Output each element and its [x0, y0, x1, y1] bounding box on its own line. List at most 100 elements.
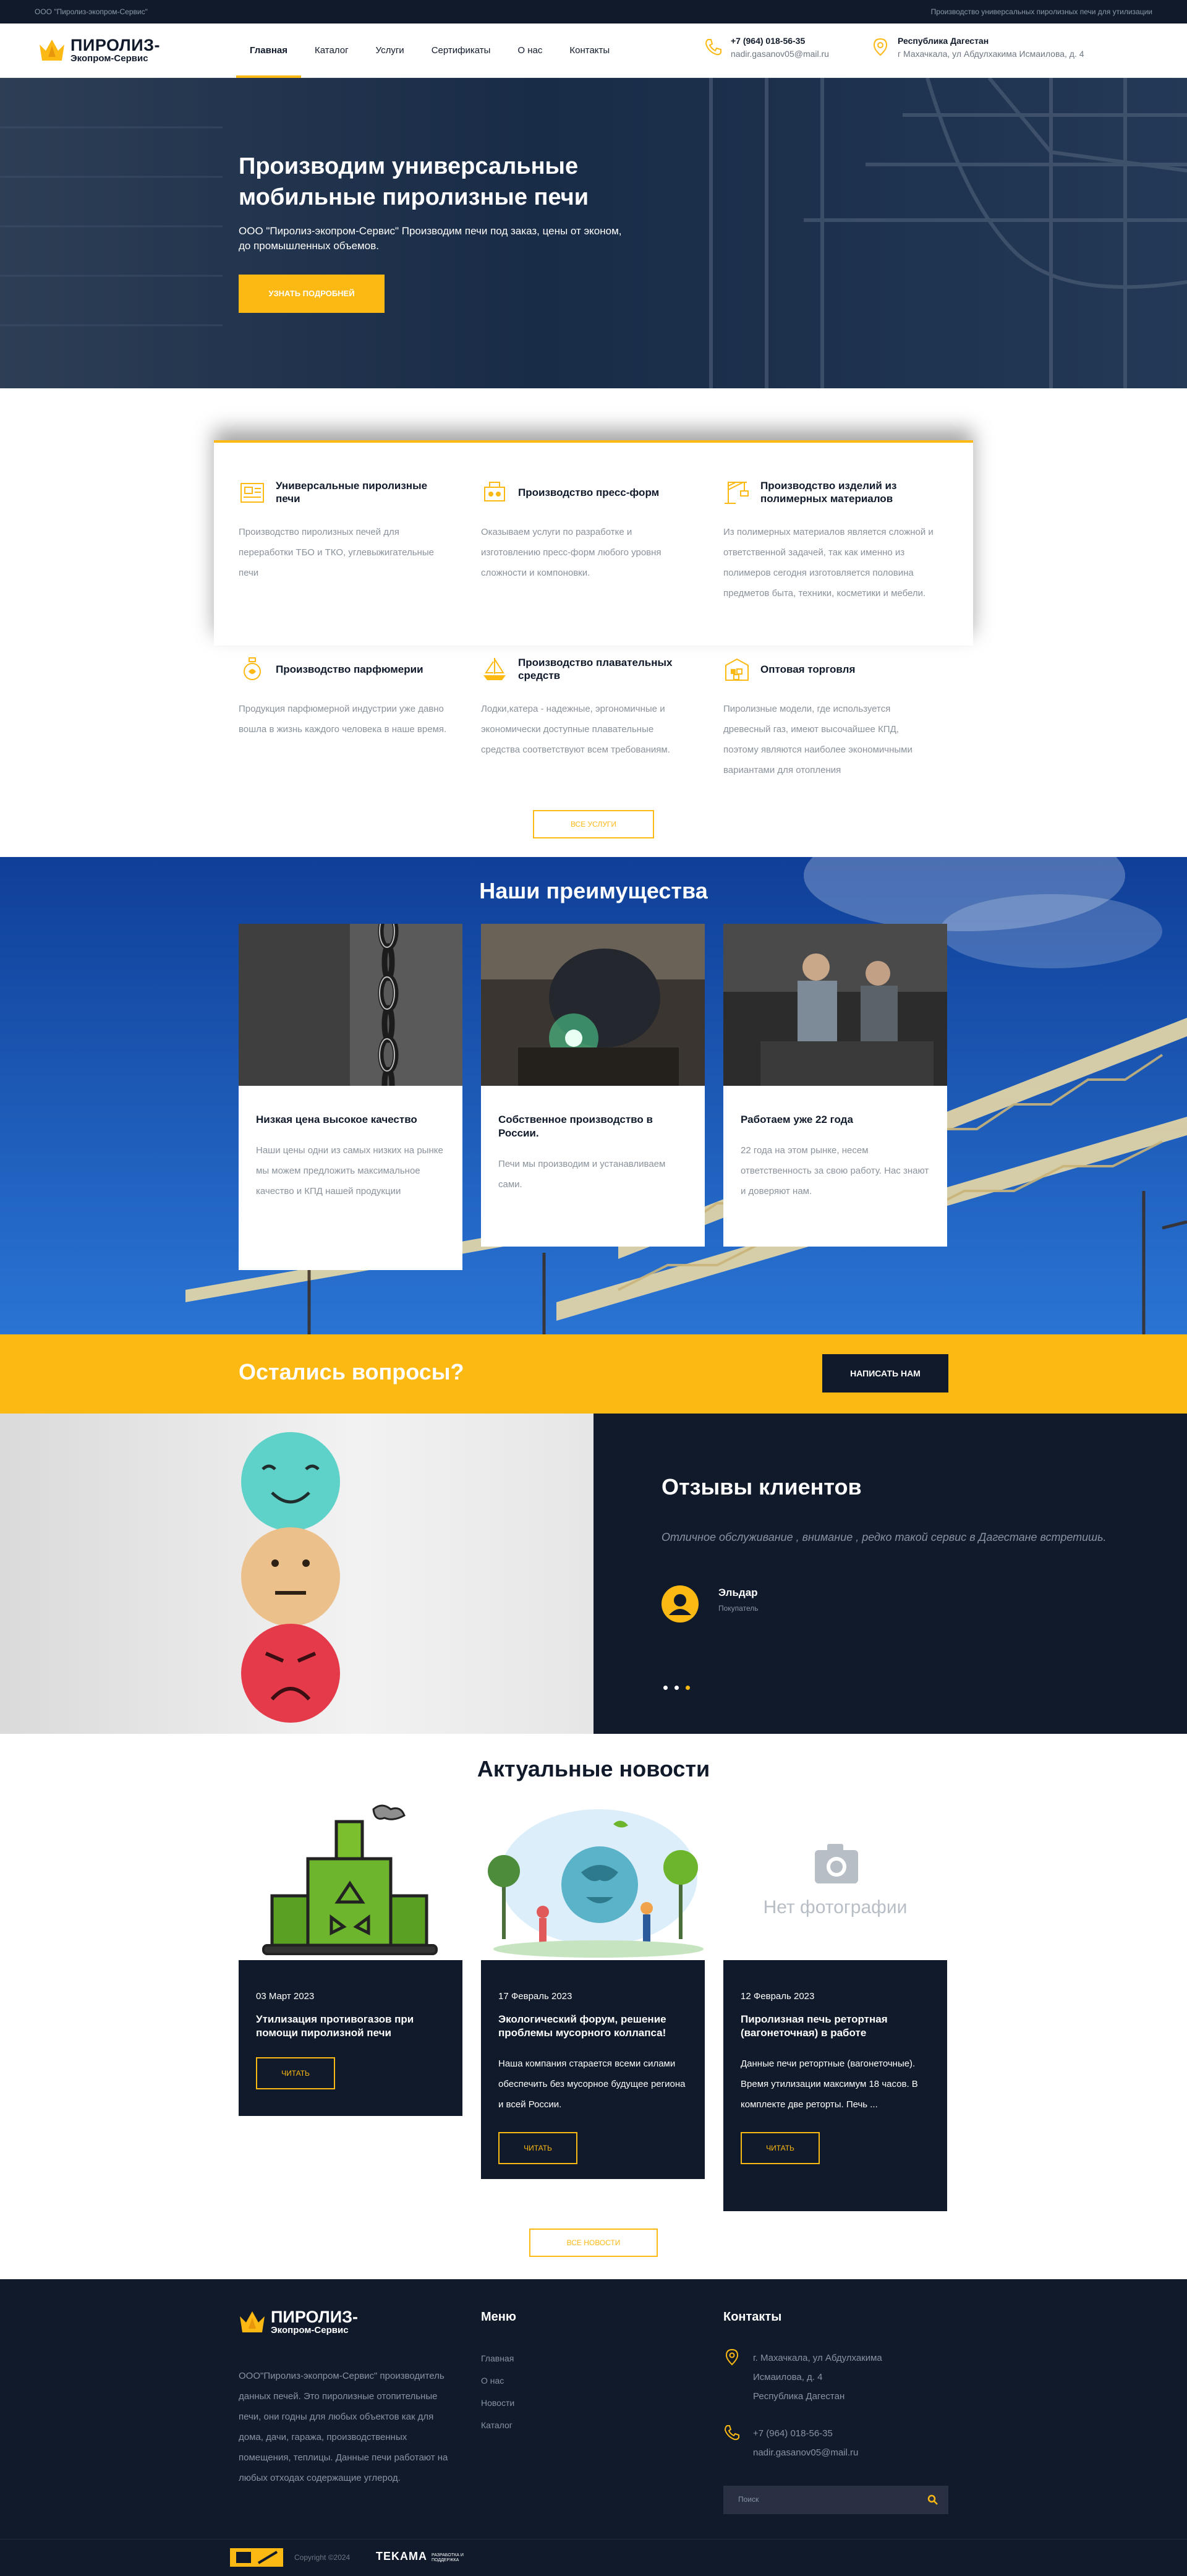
- nav-item-certificates[interactable]: Сертификаты: [418, 23, 504, 78]
- service-item-boats[interactable]: Производство плавательных средств Лодки,…: [481, 654, 691, 760]
- service-desc: Продукция парфюмерной индустрии уже давн…: [239, 704, 447, 735]
- footer-logo[interactable]: ПИРОЛИЗ- Экопром-Сервис: [239, 2309, 358, 2336]
- advantage-title: Низкая цена высокое качество: [256, 1114, 417, 1125]
- top-bar-company: ООО "Пиролиз-экопром-Сервис": [35, 7, 148, 16]
- service-item-press-molds[interactable]: Производство пресс-форм Оказываем услуги…: [481, 477, 691, 583]
- read-button[interactable]: Читать: [741, 2132, 820, 2164]
- top-bar: ООО "Пиролиз-экопром-Сервис" Производств…: [0, 0, 1187, 23]
- slider-dot[interactable]: [663, 1686, 668, 1690]
- news-headline[interactable]: Экологический форум, решение проблемы му…: [498, 2002, 687, 2040]
- header-address: г Махачкала, ул Абдулхакима Исмаилова, д…: [898, 49, 1084, 59]
- no-photo-label: Нет фотографии: [763, 1897, 908, 1917]
- footer-address-line: г. Махачкала, ул Абдулхакима: [753, 2353, 882, 2363]
- service-desc: Производство пиролизных печей для перера…: [239, 527, 434, 578]
- header-region: Республика Дагестан: [898, 36, 989, 46]
- reviews-title: Отзывы клиентов: [662, 1474, 862, 1499]
- service-title: Производство парфюмерии: [276, 663, 423, 675]
- footer-address: г. Махачкала, ул Абдулхакима Исмаилова, …: [723, 2348, 882, 2406]
- advantage-desc: Наши цены одни из самых низких на рынке …: [256, 1145, 443, 1196]
- footer-email[interactable]: nadir.gasanov05@mail.ru: [753, 2443, 858, 2462]
- header-phone[interactable]: +7 (964) 018-56-35: [731, 35, 829, 47]
- footer-contacts-title: Контакты: [723, 2310, 782, 2324]
- crown-logo-icon: [40, 40, 64, 61]
- nav-item-contacts[interactable]: Контакты: [556, 23, 623, 78]
- footer-menu-news[interactable]: Новости: [481, 2392, 514, 2414]
- advantage-desc: Печи мы производим и устанавливаем сами.: [498, 1159, 666, 1190]
- top-bar-tagline: Производство универсальных пиролизных пе…: [930, 7, 1152, 16]
- footer-phone[interactable]: +7 (964) 018-56-35: [753, 2424, 858, 2443]
- location-pin-icon: [725, 2348, 739, 2366]
- footer-search[interactable]: Поиск: [723, 2486, 948, 2514]
- developer-logo[interactable]: TEKAMA: [376, 2550, 427, 2563]
- footer-menu-home[interactable]: Главная: [481, 2347, 514, 2369]
- service-item-wholesale[interactable]: Оптовая торговля Пиролизные модели, где …: [723, 654, 934, 780]
- location-pin-icon: [873, 38, 888, 56]
- logo-line2: Экопром-Сервис: [70, 53, 148, 64]
- service-item-polymers[interactable]: Производство изделий из полимерных матер…: [723, 477, 934, 603]
- search-input[interactable]: Поиск: [738, 2495, 759, 2504]
- service-title: Производство пресс-форм: [518, 486, 660, 498]
- advantage-title: Собственное производство в России.: [498, 1114, 653, 1139]
- warehouse-icon: [725, 658, 749, 681]
- footer-menu-catalog[interactable]: Каталог: [481, 2414, 514, 2436]
- reviewer-role: Покупатель: [718, 1604, 759, 1613]
- footer-menu-about[interactable]: О нас: [481, 2369, 514, 2392]
- footer-address-line: Исмаилова, д. 4: [753, 2372, 823, 2382]
- reviews-emoji-image: [0, 1414, 594, 1734]
- camera-icon: [815, 1844, 858, 1883]
- reviewer-name: Эльдар: [718, 1587, 758, 1598]
- site-logo[interactable]: ПИРОЛИЗ- Экопром-Сервис: [38, 37, 160, 64]
- phone-icon: [705, 39, 721, 56]
- nav-item-services[interactable]: Услуги: [362, 23, 418, 78]
- read-button[interactable]: Читать: [498, 2132, 577, 2164]
- logo-line1: ПИРОЛИЗ-: [70, 36, 161, 54]
- nav-item-home[interactable]: Главная: [236, 23, 302, 78]
- questions-cta: Остались вопросы? Написать нам: [0, 1334, 1187, 1414]
- news-excerpt: Данные печи ретортные (вагонеточные). Вр…: [741, 2058, 918, 2110]
- write-us-button[interactable]: Написать нам: [822, 1354, 948, 1392]
- main-nav: Главная Каталог Услуги Сертификаты О нас…: [236, 23, 623, 78]
- header-email[interactable]: nadir.gasanov05@mail.ru: [731, 47, 829, 61]
- news-card[interactable]: Нет фотографии 12 Февраль 2023 Пиролизна…: [723, 1803, 947, 2211]
- hero-title: Производим универсальные мобильные пирол…: [239, 153, 589, 210]
- header-address-block: Республика Дагестан г Махачкала, ул Абду…: [870, 35, 1084, 61]
- service-item-perfume[interactable]: Производство парфюмерии Продукция парфюм…: [239, 654, 449, 740]
- news-card[interactable]: 17 Февраль 2023 Экологический форум, реш…: [481, 1803, 705, 2179]
- service-desc: Из полимерных материалов является сложно…: [723, 527, 934, 599]
- news-card[interactable]: 03 Март 2023 Утилизация противогазов при…: [239, 1803, 462, 2116]
- advantage-title: Работаем уже 22 года: [741, 1114, 853, 1125]
- service-item-furnaces[interactable]: Универсальные пиролизные печи Производст…: [239, 477, 449, 583]
- slider-dot-active[interactable]: [686, 1686, 690, 1690]
- footer-address-line: Республика Дагестан: [753, 2391, 845, 2402]
- footer-logo-line1: ПИРОЛИЗ-: [271, 2308, 359, 2326]
- read-button[interactable]: Читать: [256, 2057, 335, 2089]
- service-title: Универсальные пиролизные печи: [276, 480, 428, 505]
- slider-dot[interactable]: [674, 1686, 679, 1690]
- news-date: 12 Февраль 2023: [741, 1991, 815, 2002]
- perfume-icon: [244, 657, 261, 680]
- page: { "topbar": { "company": "ООО \"Пиролиз-…: [0, 0, 1187, 2576]
- news-headline[interactable]: Пиролизная печь ретортная (вагонеточная)…: [741, 2002, 930, 2040]
- developer-tagline: РАЗРАБОТКА И ПОДДЕРЖКА: [432, 2553, 464, 2562]
- news-date: 03 Март 2023: [256, 1991, 315, 2002]
- advantage-desc: 22 года на этом рынке, несем ответственн…: [741, 1145, 929, 1196]
- reviews-section: Отзывы клиентов Отличное обслуживание , …: [594, 1414, 1187, 1734]
- all-services-button[interactable]: Все услуги: [533, 810, 654, 838]
- hero-more-button[interactable]: Узнать подробней: [239, 275, 385, 313]
- phone-icon: [724, 2425, 739, 2441]
- crane-icon: [725, 482, 749, 504]
- hero-subtitle: ООО "Пиролиз-экопром-Сервис" Производим …: [239, 225, 622, 252]
- nav-item-about[interactable]: О нас: [504, 23, 556, 78]
- site-footer: ПИРОЛИЗ- Экопром-Сервис ООО"Пиролиз-экоп…: [0, 2279, 1187, 2539]
- service-desc: Лодки,катера - надежные, эргономичные и …: [481, 704, 670, 755]
- no-photo-placeholder: Нет фотографии: [723, 1803, 947, 1960]
- search-icon[interactable]: [927, 2494, 938, 2506]
- avatar: [662, 1585, 699, 1623]
- all-news-button[interactable]: Все новости: [529, 2228, 658, 2257]
- news-date: 17 Февраль 2023: [498, 1991, 572, 2002]
- advantage-card: Собственное производство в России. Печи …: [481, 924, 705, 1247]
- service-desc: Оказываем услуги по разработке и изготов…: [481, 527, 662, 578]
- nav-item-catalog[interactable]: Каталог: [301, 23, 362, 78]
- news-headline[interactable]: Утилизация противогазов при помощи пирол…: [256, 2002, 445, 2040]
- cta-question: Остались вопросы?: [239, 1359, 464, 1384]
